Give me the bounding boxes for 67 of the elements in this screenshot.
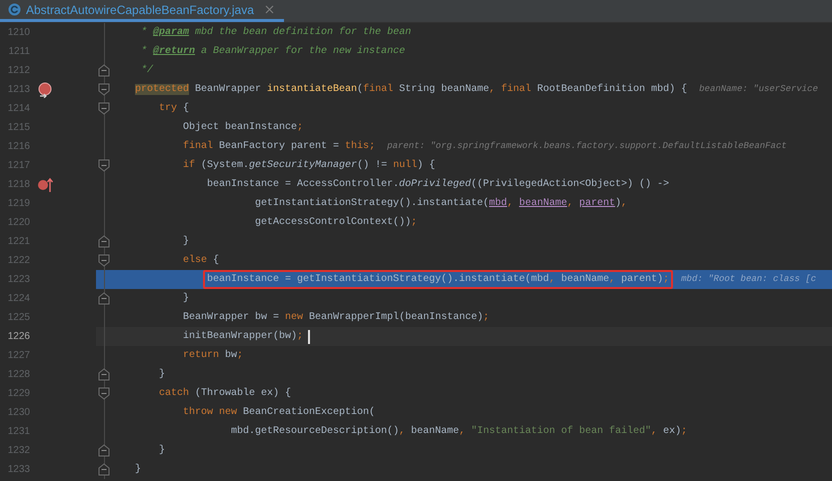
code-text: } [158, 368, 166, 382]
circle-up-arrow-icon[interactable] [37, 176, 53, 192]
inline-value-hint: mbd: "Root bean: class [c [681, 273, 816, 286]
fold-marker-icon[interactable] [98, 463, 110, 476]
code-text: try { [158, 102, 190, 116]
line-number: 1210 [6, 26, 30, 40]
line-number: 1226 [6, 330, 30, 344]
line-number: 1225 [6, 311, 30, 325]
code-text: } [182, 292, 190, 306]
code-text: else { [182, 254, 220, 268]
line-number: 1224 [6, 292, 30, 306]
tab-title: AbstractAutowireCapableBeanFactory.java [26, 2, 254, 18]
line-number: 1213 [6, 83, 30, 97]
code-text: beanInstance = AccessController.doPrivileged((PrivilegedAction<Object>) () -> [206, 178, 670, 192]
code-text: BeanWrapper bw = new BeanWrapperImpl(beanInstance); [182, 310, 490, 325]
code-text: } [182, 234, 190, 249]
line-number: 1222 [6, 254, 30, 268]
code-text: throw new BeanCreationException( [182, 406, 376, 420]
text-cursor [308, 330, 310, 344]
line-number: 1217 [6, 159, 30, 173]
code-text: * @return a BeanWrapper for the new instance [140, 44, 406, 59]
code-text: return bw; [182, 348, 244, 363]
line-number: 1229 [6, 387, 30, 401]
code-text: initBeanWrapper(bw); [182, 330, 304, 344]
fold-marker-icon[interactable] [98, 102, 110, 115]
inline-value-hint: parent: "org.springframework.beans.factory.support.DefaultListableBeanFact [387, 140, 787, 153]
fold-marker-icon[interactable] [98, 64, 110, 77]
line-number: 1231 [6, 425, 30, 439]
fold-marker-icon[interactable] [98, 83, 110, 96]
line-number: 1220 [6, 216, 30, 230]
code-text: protected BeanWrapper instantiateBean(final String beanName, final RootBeanDefinition mbd) { [134, 82, 688, 97]
line-number: 1215 [6, 121, 30, 135]
code-text: if (System.getSecurityManager() != null) { [182, 158, 436, 173]
code-text: catch (Throwable ex) { [158, 386, 292, 401]
code-text: mbd.getResourceDescription(), beanName, "Instantiation of bean failed", ex); [230, 424, 688, 439]
fold-marker-icon[interactable] [98, 368, 110, 381]
code-text: getAccessControlContext()); [254, 216, 418, 230]
line-number: 1232 [6, 444, 30, 458]
code-text: } [134, 462, 142, 477]
line-number: 1227 [6, 349, 30, 363]
fold-marker-icon[interactable] [98, 159, 110, 172]
line-number: 1223 [6, 273, 30, 287]
close-icon[interactable] [264, 5, 274, 14]
fold-marker-icon[interactable] [98, 444, 110, 457]
line-number: 1212 [6, 64, 30, 78]
line-number: 1214 [6, 102, 30, 116]
line-number: 1228 [6, 368, 30, 382]
fold-marker-icon[interactable] [98, 292, 110, 305]
code-text: Object beanInstance; [182, 120, 304, 135]
code-text: final BeanFactory parent = this; [182, 140, 376, 154]
line-number: 1219 [6, 197, 30, 211]
line-number: 1218 [6, 178, 30, 192]
code-text: */ [140, 64, 154, 78]
line-number: 1221 [6, 235, 30, 249]
code-text: beanInstance = getInstantiationStrategy().instantiate(mbd, beanName, parent); [203, 270, 674, 289]
fold-marker-icon[interactable] [98, 254, 110, 267]
fold-marker-icon[interactable] [98, 235, 110, 248]
code-text: getInstantiationStrategy().instantiate(mbd, beanName, parent), [254, 196, 628, 211]
inline-value-hint: beanName: "userService [699, 83, 818, 96]
line-number: 1233 [6, 463, 30, 477]
line-number: 1211 [7, 45, 30, 59]
line-number: 1230 [6, 406, 30, 420]
line-number: 1216 [6, 140, 30, 154]
class-icon [8, 3, 21, 16]
code-text: * @param mbd the bean definition for the bean [140, 26, 412, 40]
code-text: } [158, 444, 166, 458]
fold-marker-icon[interactable] [98, 387, 110, 400]
